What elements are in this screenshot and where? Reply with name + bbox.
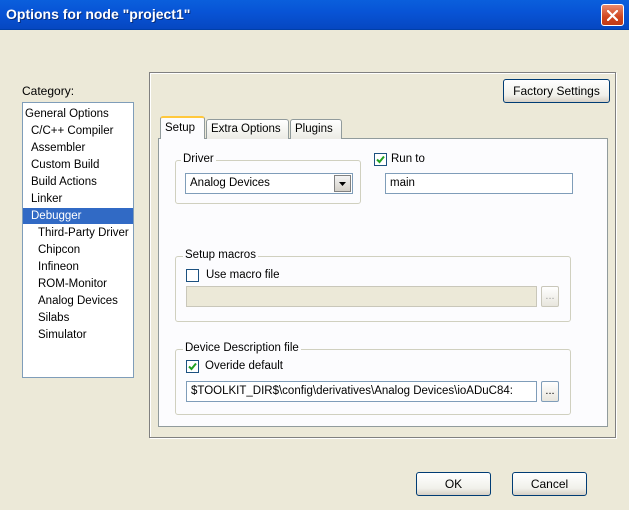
category-item-analog-devices[interactable]: Analog Devices	[23, 293, 133, 309]
category-item-linker[interactable]: Linker	[23, 191, 133, 207]
factory-settings-label: Factory Settings	[513, 84, 600, 98]
category-item-infineon[interactable]: Infineon	[23, 259, 133, 275]
cancel-label: Cancel	[530, 477, 569, 491]
cancel-button[interactable]: Cancel	[512, 472, 587, 496]
macro-file-input[interactable]	[186, 286, 537, 307]
tab-extra-options[interactable]: Extra Options	[206, 119, 289, 139]
setup-macros-label: Setup macros	[183, 249, 258, 261]
category-item-debugger[interactable]: Debugger	[23, 208, 133, 224]
ok-button[interactable]: OK	[416, 472, 491, 496]
category-item-third-party-driver[interactable]: Third-Party Driver	[23, 225, 133, 241]
category-item-build-actions[interactable]: Build Actions	[23, 174, 133, 190]
tab-setup[interactable]: Setup	[160, 116, 205, 139]
window-title: Options for node "project1"	[6, 6, 191, 22]
category-item-custom-build[interactable]: Custom Build	[23, 157, 133, 173]
options-dialog: Options for node "project1" Category: Ge…	[0, 0, 629, 510]
category-item-simulator[interactable]: Simulator	[23, 327, 133, 343]
ellipsis-icon: ...	[545, 290, 555, 302]
device-description-input[interactable]: $TOOLKIT_DIR$\config\derivatives\Analog …	[186, 381, 537, 402]
title-bar[interactable]: Options for node "project1"	[0, 0, 629, 30]
category-item-silabs[interactable]: Silabs	[23, 310, 133, 326]
tab-plugins-label: Plugins	[295, 123, 333, 135]
run-to-input[interactable]: main	[385, 173, 573, 194]
checkmark-icon	[188, 362, 197, 371]
device-description-label: Device Description file	[183, 342, 301, 354]
chevron-down-icon	[339, 181, 346, 186]
tab-extra-options-label: Extra Options	[211, 123, 281, 135]
device-description-browse-button[interactable]: ...	[541, 381, 559, 402]
close-button[interactable]	[601, 4, 624, 26]
category-label: Category:	[22, 84, 75, 98]
factory-settings-button[interactable]: Factory Settings	[503, 79, 610, 103]
run-to-checkbox[interactable]	[374, 153, 387, 166]
category-item-cpp-compiler[interactable]: C/C++ Compiler	[23, 123, 133, 139]
category-item-rom-monitor[interactable]: ROM-Monitor	[23, 276, 133, 292]
use-macro-file-label: Use macro file	[206, 269, 280, 281]
ellipsis-icon: ...	[545, 385, 555, 397]
tab-setup-label: Setup	[165, 122, 196, 134]
tab-plugins[interactable]: Plugins	[290, 119, 342, 139]
run-to-label: Run to	[391, 153, 425, 165]
ok-label: OK	[444, 477, 463, 491]
override-default-label: Overide default	[205, 360, 283, 372]
driver-group-label: Driver	[181, 153, 216, 165]
checkmark-icon	[376, 155, 385, 164]
use-macro-file-checkbox[interactable]	[186, 269, 199, 282]
category-list[interactable]: General Options C/C++ Compiler Assembler…	[22, 102, 134, 378]
category-item-general-options[interactable]: General Options	[23, 106, 133, 122]
run-to-value: main	[390, 177, 415, 189]
macro-file-browse-button[interactable]: ...	[541, 286, 559, 307]
override-default-checkbox[interactable]	[186, 360, 199, 373]
category-item-chipcon[interactable]: Chipcon	[23, 242, 133, 258]
driver-dropdown-button[interactable]	[334, 175, 351, 192]
close-icon	[607, 9, 618, 21]
driver-select-value: Analog Devices	[190, 177, 270, 189]
device-description-value: $TOOLKIT_DIR$\config\derivatives\Analog …	[191, 385, 513, 397]
driver-select[interactable]: Analog Devices	[185, 173, 353, 194]
category-item-assembler[interactable]: Assembler	[23, 140, 133, 156]
